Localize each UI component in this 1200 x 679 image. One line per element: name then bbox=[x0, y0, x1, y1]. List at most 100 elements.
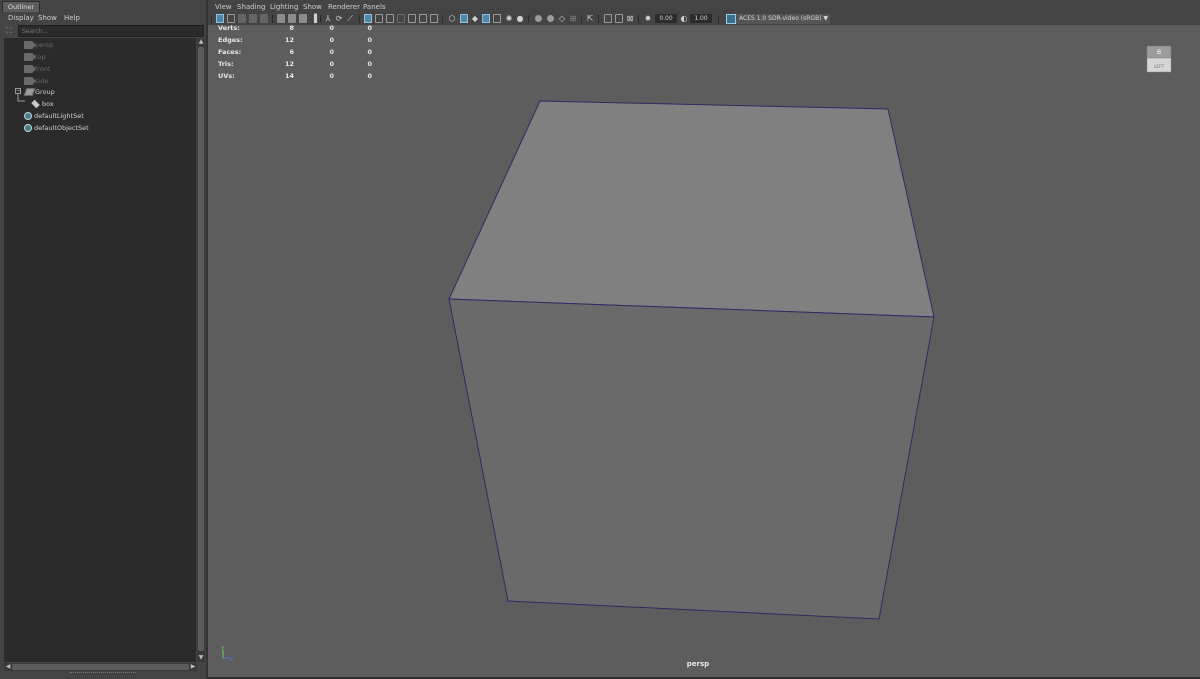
ambient-occlusion-icon[interactable] bbox=[430, 14, 438, 23]
axis-gizmo: Y Z bbox=[220, 646, 234, 663]
cube-top-face[interactable] bbox=[448, 100, 935, 318]
outliner-item-label: persp bbox=[35, 41, 54, 49]
gamma-field[interactable]: 1.00 bbox=[690, 14, 712, 23]
filter-icon[interactable]: ⛶ bbox=[6, 26, 16, 36]
toolbar-separator bbox=[598, 15, 599, 23]
hud-label: Faces: bbox=[218, 48, 242, 56]
multisample-aa-icon[interactable] bbox=[547, 15, 554, 22]
mesh-icon bbox=[31, 99, 40, 109]
3d-viewport[interactable]: Verts: 8 0 0 Edges: 12 0 0 Faces: 6 0 0 … bbox=[208, 24, 1200, 679]
toolbar-separator bbox=[442, 15, 443, 23]
hud-value: 0 bbox=[329, 36, 334, 44]
outliner-item-label: top bbox=[35, 53, 46, 61]
outliner-menubar: Display Show Help bbox=[0, 12, 206, 24]
isolate-icon[interactable]: ⊠ bbox=[626, 14, 634, 23]
hud-value: 0 bbox=[329, 24, 334, 32]
use-lights-icon[interactable] bbox=[408, 14, 416, 23]
camera-icon bbox=[24, 53, 36, 61]
outliner-item-label: front bbox=[35, 65, 51, 73]
outliner-item-label: defaultLightSet bbox=[34, 112, 84, 120]
xray-joints-icon[interactable]: ◆ bbox=[471, 14, 479, 23]
outliner-search: ⛶ bbox=[6, 25, 204, 37]
xray-icon[interactable] bbox=[460, 14, 468, 23]
textured-icon[interactable] bbox=[397, 14, 405, 23]
menu-display[interactable]: Display bbox=[8, 12, 34, 24]
toolbar-separator bbox=[718, 15, 719, 23]
set-icon bbox=[24, 112, 32, 120]
hud-value: 0 bbox=[367, 36, 372, 44]
hud-value: 6 bbox=[289, 48, 294, 56]
hud-value: 8 bbox=[289, 24, 294, 32]
backface-culling-icon[interactable] bbox=[493, 14, 501, 23]
axis-z-label: Z bbox=[230, 657, 234, 663]
chevron-down-icon: ▼ bbox=[823, 15, 828, 22]
toolbar-separator bbox=[638, 15, 639, 23]
isolate-select-icon[interactable]: ⬡ bbox=[448, 14, 456, 23]
hud-row-edges: Edges: 12 0 0 bbox=[218, 34, 378, 46]
outliner-horizontal-scrollbar[interactable]: ◀ ▶ bbox=[4, 663, 197, 671]
view-cube-top-label: B bbox=[1157, 49, 1161, 56]
cube-mesh[interactable] bbox=[208, 25, 1200, 677]
shadows-icon[interactable] bbox=[419, 14, 427, 23]
hud-value: 14 bbox=[284, 72, 294, 80]
exposure-icon[interactable]: ✹ bbox=[644, 14, 652, 23]
outliner-list: persp top front side − Group box default… bbox=[4, 38, 196, 662]
wireframe-on-shaded-icon[interactable] bbox=[386, 14, 394, 23]
axis-y-label: Y bbox=[220, 646, 225, 652]
grid-icon[interactable] bbox=[604, 14, 612, 23]
outliner-panel: Outliner Display Show Help ⛶ persp top f… bbox=[0, 0, 206, 679]
hud-row-faces: Faces: 6 0 0 bbox=[218, 46, 378, 58]
outliner-item-label: Group bbox=[35, 88, 55, 96]
outliner-item-label: box bbox=[42, 100, 54, 108]
hud-icon[interactable]: ⊞ bbox=[569, 14, 577, 23]
camera-icon bbox=[24, 77, 36, 85]
hud-value: 0 bbox=[367, 24, 372, 32]
scroll-down-arrow-icon[interactable]: ▼ bbox=[197, 654, 205, 662]
color-space-label: ACES 1.0 SDR-video (sRGB) bbox=[739, 15, 822, 22]
viewport-toggle-icon[interactable] bbox=[615, 14, 623, 23]
toolbar-separator bbox=[581, 15, 582, 23]
color-space-dropdown[interactable]: ACES 1.0 SDR-video (sRGB) ▼ bbox=[726, 14, 830, 24]
hud-row-uvs: UVs: 14 0 0 bbox=[218, 70, 378, 82]
scroll-left-arrow-icon[interactable]: ◀ bbox=[4, 663, 12, 671]
hud-value: 0 bbox=[329, 72, 334, 80]
search-input[interactable] bbox=[18, 25, 204, 37]
outliner-item-label: defaultObjectSet bbox=[34, 124, 89, 132]
hud-value: 0 bbox=[367, 48, 372, 56]
hud-label: Verts: bbox=[218, 24, 240, 32]
toolbar-separator bbox=[528, 15, 529, 23]
color-management-icon[interactable] bbox=[726, 14, 736, 24]
hud-label: Edges: bbox=[218, 36, 243, 44]
scroll-right-arrow-icon[interactable]: ▶ bbox=[189, 663, 197, 671]
toolbar-separator bbox=[211, 15, 212, 23]
hud-label: UVs: bbox=[218, 72, 235, 80]
camera-icon bbox=[24, 41, 36, 49]
select-arrow-icon[interactable]: ⇱ bbox=[586, 14, 594, 23]
scroll-thumb[interactable] bbox=[198, 47, 204, 651]
hud-value: 0 bbox=[329, 60, 334, 68]
hud-value: 12 bbox=[284, 36, 294, 44]
cube-front-face[interactable] bbox=[448, 298, 935, 620]
viewport-menubar: View Shading Lighting Show Renderer Pane… bbox=[208, 0, 1200, 13]
motion-blur-icon[interactable]: ● bbox=[516, 14, 524, 23]
exposure-field[interactable]: 0.00 bbox=[655, 14, 677, 23]
camera-icon bbox=[24, 65, 36, 73]
depth-of-field-icon[interactable]: ◇ bbox=[558, 14, 566, 23]
resize-grip[interactable] bbox=[70, 672, 136, 676]
set-icon bbox=[24, 124, 32, 132]
hud-value: 0 bbox=[367, 60, 372, 68]
menu-help[interactable]: Help bbox=[64, 12, 80, 24]
gamma-icon[interactable]: ◐ bbox=[680, 14, 688, 23]
hud-row-tris: Tris: 12 0 0 bbox=[218, 58, 378, 70]
scroll-thumb[interactable] bbox=[12, 664, 189, 670]
view-cube[interactable]: B LEFT bbox=[1145, 44, 1173, 74]
lights-icon[interactable]: ✺ bbox=[505, 14, 513, 23]
camera-name-label: persp bbox=[686, 660, 710, 668]
screen-space-ao-icon[interactable] bbox=[535, 15, 542, 22]
outliner-vertical-scrollbar[interactable]: ▲ ▼ bbox=[197, 38, 205, 662]
scroll-up-arrow-icon[interactable]: ▲ bbox=[197, 38, 205, 46]
menu-show[interactable]: Show bbox=[38, 12, 57, 24]
hud-value: 0 bbox=[367, 72, 372, 80]
xray-active-icon[interactable] bbox=[482, 14, 490, 23]
hud-label: Tris: bbox=[218, 60, 234, 68]
